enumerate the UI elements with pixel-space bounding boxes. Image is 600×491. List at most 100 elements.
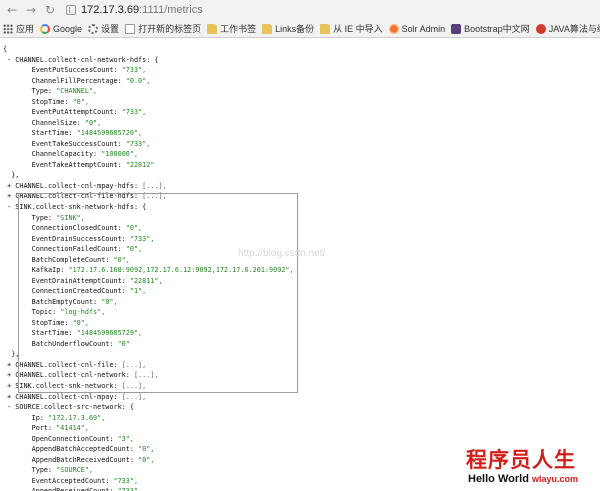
bookmark-ie-import[interactable]: 从 IE 中导入 (320, 22, 383, 35)
bookmark-apps[interactable]: 应用 (3, 22, 34, 35)
bookmark-solr-admin[interactable]: Solr Admin (388, 23, 446, 34)
address-bar[interactable]: 172.17.3.69:1111/metrics (66, 4, 203, 16)
json-key: CHANNEL.collect-cnl-mpay-hdfs: (15, 181, 143, 190)
page-icon (66, 4, 76, 15)
json-key: ChannelFillPercentage: (31, 76, 126, 85)
json-key: AppendReceivedCount: (32, 487, 118, 491)
bookmark-label: Google (53, 23, 83, 34)
json-key: CHANNEL.collect-cnl-network-hdfs: { (15, 55, 159, 64)
json-line: Ip: "172.17.3.69", (3, 413, 599, 424)
bookmark-label: Bootstrap中文网 (464, 24, 530, 34)
watermark: http://blog.csdn.net/ (238, 248, 326, 259)
collapsed-ellipsis[interactable]: [...], (122, 393, 147, 401)
bookmark-bootstrap[interactable]: Bootstrap中文网 (451, 22, 530, 35)
highlight-box (18, 193, 298, 393)
expand-toggle[interactable]: + (7, 393, 11, 401)
logo-title: 程序员人生 (466, 448, 576, 472)
json-value: "733", (118, 487, 143, 491)
json-line: }, (3, 170, 599, 181)
json-value: "0", (138, 455, 155, 464)
json-key: EventTakeAttemptCount: (31, 160, 126, 169)
bookmark-label: 应用 (16, 24, 35, 34)
bookmark-settings[interactable]: 设置 (88, 22, 119, 35)
bookmarks-bar: 应用 Google 设置 打开新的标签页 工作书签 Links备份 从 IE 中… (0, 19, 600, 38)
site-logo: 程序员人生 Hello World wlayu.com (466, 444, 600, 491)
json-line[interactable]: - SOURCE.collect-src-network: { (3, 402, 599, 413)
json-key: StopTime: (31, 97, 73, 106)
solr-icon (388, 23, 399, 34)
json-key: StartTime: (31, 129, 77, 138)
json-value: "172.17.3.69", (48, 413, 106, 422)
json-line: StopTime: "0", (3, 97, 599, 108)
json-viewer: { - CHANNEL.collect-cnl-network-hdfs: { … (3, 44, 599, 491)
json-value: "733", (125, 139, 151, 148)
back-arrow-icon[interactable]: ← (4, 2, 20, 18)
json-line: ChannelFillPercentage: "0.0", (3, 76, 599, 87)
json-key: { (3, 45, 8, 53)
document-icon (125, 23, 136, 34)
json-line: EventTakeAttemptCount: "22812" (3, 160, 599, 171)
json-line: EventPutAttemptCount: "733", (3, 107, 599, 118)
json-key: ChannelCapacity: (31, 150, 102, 159)
gear-icon (88, 23, 99, 34)
json-key: CHANNEL.collect-cnl-mpay: (15, 392, 122, 401)
expand-toggle[interactable]: + (7, 382, 11, 390)
json-value: "CHANNEL", (56, 87, 98, 96)
json-value: "100000", (101, 150, 139, 159)
forward-arrow-icon[interactable]: → (23, 2, 39, 18)
apps-icon (3, 23, 13, 34)
expand-toggle[interactable]: + (7, 361, 11, 369)
json-value: "41414", (56, 424, 89, 433)
bookmark-new-tab[interactable]: 打开新的标签页 (125, 22, 201, 35)
json-line: { (3, 44, 599, 55)
folder-icon (320, 23, 331, 34)
bookmark-google[interactable]: Google (40, 23, 83, 34)
expand-toggle[interactable]: + (7, 371, 11, 379)
json-key: Ip: (31, 413, 49, 422)
json-line: EventTakeSuccessCount: "733", (3, 139, 599, 150)
browser-chrome: ← → ↻ 172.17.3.69:1111/metrics 应用 Google… (0, 0, 600, 38)
json-key: Type: (31, 87, 57, 96)
bookmark-label: Solr Admin (401, 23, 446, 34)
bookmark-label: 工作书签 (220, 24, 257, 34)
bookmark-java[interactable]: JAVA算法与编程题... (535, 22, 600, 35)
folder-icon (262, 23, 273, 34)
url-path: :1111/metrics (139, 3, 203, 16)
json-key: AppendBatchAcceptedCount: (31, 445, 139, 454)
bookmark-label: Links备份 (275, 24, 315, 34)
bookmark-label: 从 IE 中导入 (333, 24, 383, 34)
folder-icon (207, 23, 218, 34)
collapse-toggle[interactable]: - (7, 203, 11, 211)
bootstrap-icon (451, 23, 462, 34)
logo-site: wlayu.com (531, 474, 578, 484)
collapse-toggle[interactable]: - (7, 403, 11, 411)
url-host: 172.17.3.69 (81, 3, 140, 16)
json-key: OpenConnectionCount: (31, 434, 118, 443)
json-key: EventPutSuccessCount: (31, 66, 122, 75)
json-line: ChannelSize: "0", (3, 118, 599, 129)
json-key: EventAcceptedCount: (31, 476, 114, 485)
json-value: "0", (84, 118, 102, 127)
json-line: OpenConnectionCount: "3", (3, 434, 599, 445)
json-key: AppendBatchReceivedCount: (31, 455, 139, 464)
collapsed-ellipsis[interactable]: [...], (142, 182, 167, 190)
bookmark-work-folder[interactable]: 工作书签 (207, 22, 256, 35)
reload-icon[interactable]: ↻ (42, 2, 58, 18)
bookmark-label: 设置 (101, 24, 120, 34)
json-key: SOURCE.collect-src-network: { (15, 403, 134, 412)
google-icon (40, 23, 51, 34)
json-line: StartTime: "1484599605720", (3, 128, 599, 139)
expand-toggle[interactable]: + (7, 182, 11, 190)
json-value: "733", (121, 66, 147, 75)
json-key: }, (11, 171, 20, 180)
collapse-toggle[interactable]: - (7, 56, 11, 64)
expand-toggle[interactable]: + (7, 192, 11, 200)
json-value: "22812" (125, 160, 155, 169)
json-value: "733", (113, 476, 139, 485)
json-value: "1484599605720", (76, 129, 143, 138)
json-line[interactable]: + CHANNEL.collect-cnl-mpay-hdfs: [...], (3, 181, 599, 192)
json-line[interactable]: - CHANNEL.collect-cnl-network-hdfs: { (3, 55, 599, 66)
bookmark-links-backup[interactable]: Links备份 (262, 22, 314, 35)
json-line[interactable]: + CHANNEL.collect-cnl-mpay: [...], (3, 392, 599, 403)
json-value: "SOURCE", (56, 466, 94, 475)
